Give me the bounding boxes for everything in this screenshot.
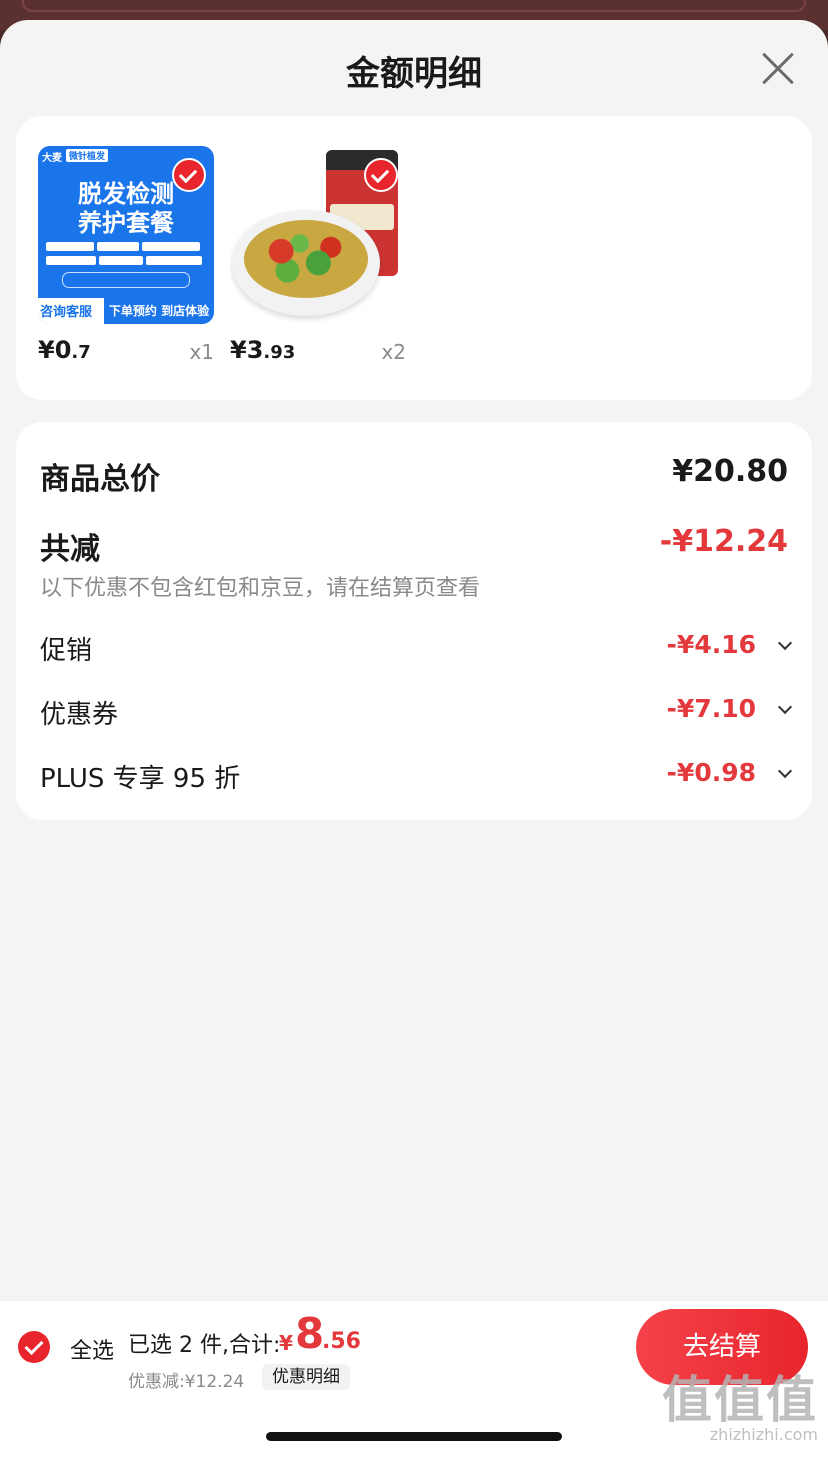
coupon-value: -¥7.10	[666, 694, 756, 723]
select-all-checkbox[interactable]	[18, 1331, 50, 1363]
product-quantity: x1	[189, 340, 214, 364]
chevron-down-icon[interactable]	[777, 699, 793, 715]
product-thumbnail[interactable]: 大麦 微针植发 脱发检测 养护套餐 咨询客服 下单预约 到店体验	[38, 146, 214, 324]
sum-integer: 8	[295, 1309, 325, 1358]
thumb-right-tag: 下单预约 到店体验	[104, 298, 214, 324]
sheet-title: 金额明细	[346, 54, 482, 94]
product-quantity: x2	[381, 340, 406, 364]
checked-icon	[364, 158, 398, 192]
coupon-label: 优惠券	[40, 700, 119, 730]
chevron-down-icon[interactable]	[777, 763, 793, 779]
total-price-label: 商品总价	[40, 462, 160, 497]
total-price-value: ¥20.80	[672, 454, 788, 489]
total-reduction-value: -¥12.24	[659, 524, 788, 559]
discount-detail-button[interactable]: 优惠明细	[262, 1364, 350, 1390]
checked-icon	[172, 158, 206, 192]
select-all-label[interactable]: 全选	[70, 1333, 114, 1365]
discount-note: 以下优惠不包含红包和京豆，请在结算页查看	[40, 576, 481, 601]
product-price: ¥0.7	[38, 336, 91, 364]
total-reduction-label: 共减	[40, 532, 100, 567]
thumb-brand: 大麦	[42, 153, 62, 164]
chili-dish-image	[232, 210, 380, 316]
chevron-down-icon[interactable]	[777, 635, 793, 651]
selected-count-text: 已选 2 件,合计:	[128, 1333, 281, 1358]
thumb-left-tag: 咨询客服	[40, 305, 93, 320]
thumb-brand-tag: 微针植发	[66, 149, 109, 162]
price-summary-card: 商品总价 ¥20.80 共减 -¥12.24 以下优惠不包含红包和京豆，请在结算…	[16, 422, 812, 820]
sum-currency: ¥	[279, 1331, 293, 1355]
thumb-time-pill	[62, 272, 190, 288]
discount-amount-text: 优惠减:¥12.24	[128, 1372, 245, 1392]
plus-discount-value: -¥0.98	[666, 758, 756, 787]
home-indicator	[266, 1432, 562, 1441]
thumb-detail-row	[46, 242, 206, 253]
promotion-label: 促销	[40, 636, 93, 666]
plus-discount-label: PLUS 专享 95 折	[40, 764, 241, 794]
thumb-bottom-bar: 咨询客服 下单预约 到店体验	[38, 298, 214, 324]
product-price: ¥3.93	[230, 336, 296, 364]
promotion-value: -¥4.16	[666, 630, 756, 659]
watermark: 值值值 zhizhizhi.com	[662, 1371, 818, 1444]
sum-decimal: .56	[322, 1329, 361, 1354]
thumb-detail-row	[46, 256, 206, 267]
product-thumbnail[interactable]	[230, 146, 406, 324]
products-card: 大麦 微针植发 脱发检测 养护套餐 咨询客服 下单预约 到店体验 ¥0.7 x1	[16, 116, 812, 400]
close-icon[interactable]	[760, 50, 796, 86]
amount-detail-sheet: 金额明细 大麦 微针植发 脱发检测 养护套餐 咨询客服 下单预约 到店体验 ¥0…	[0, 20, 828, 1457]
